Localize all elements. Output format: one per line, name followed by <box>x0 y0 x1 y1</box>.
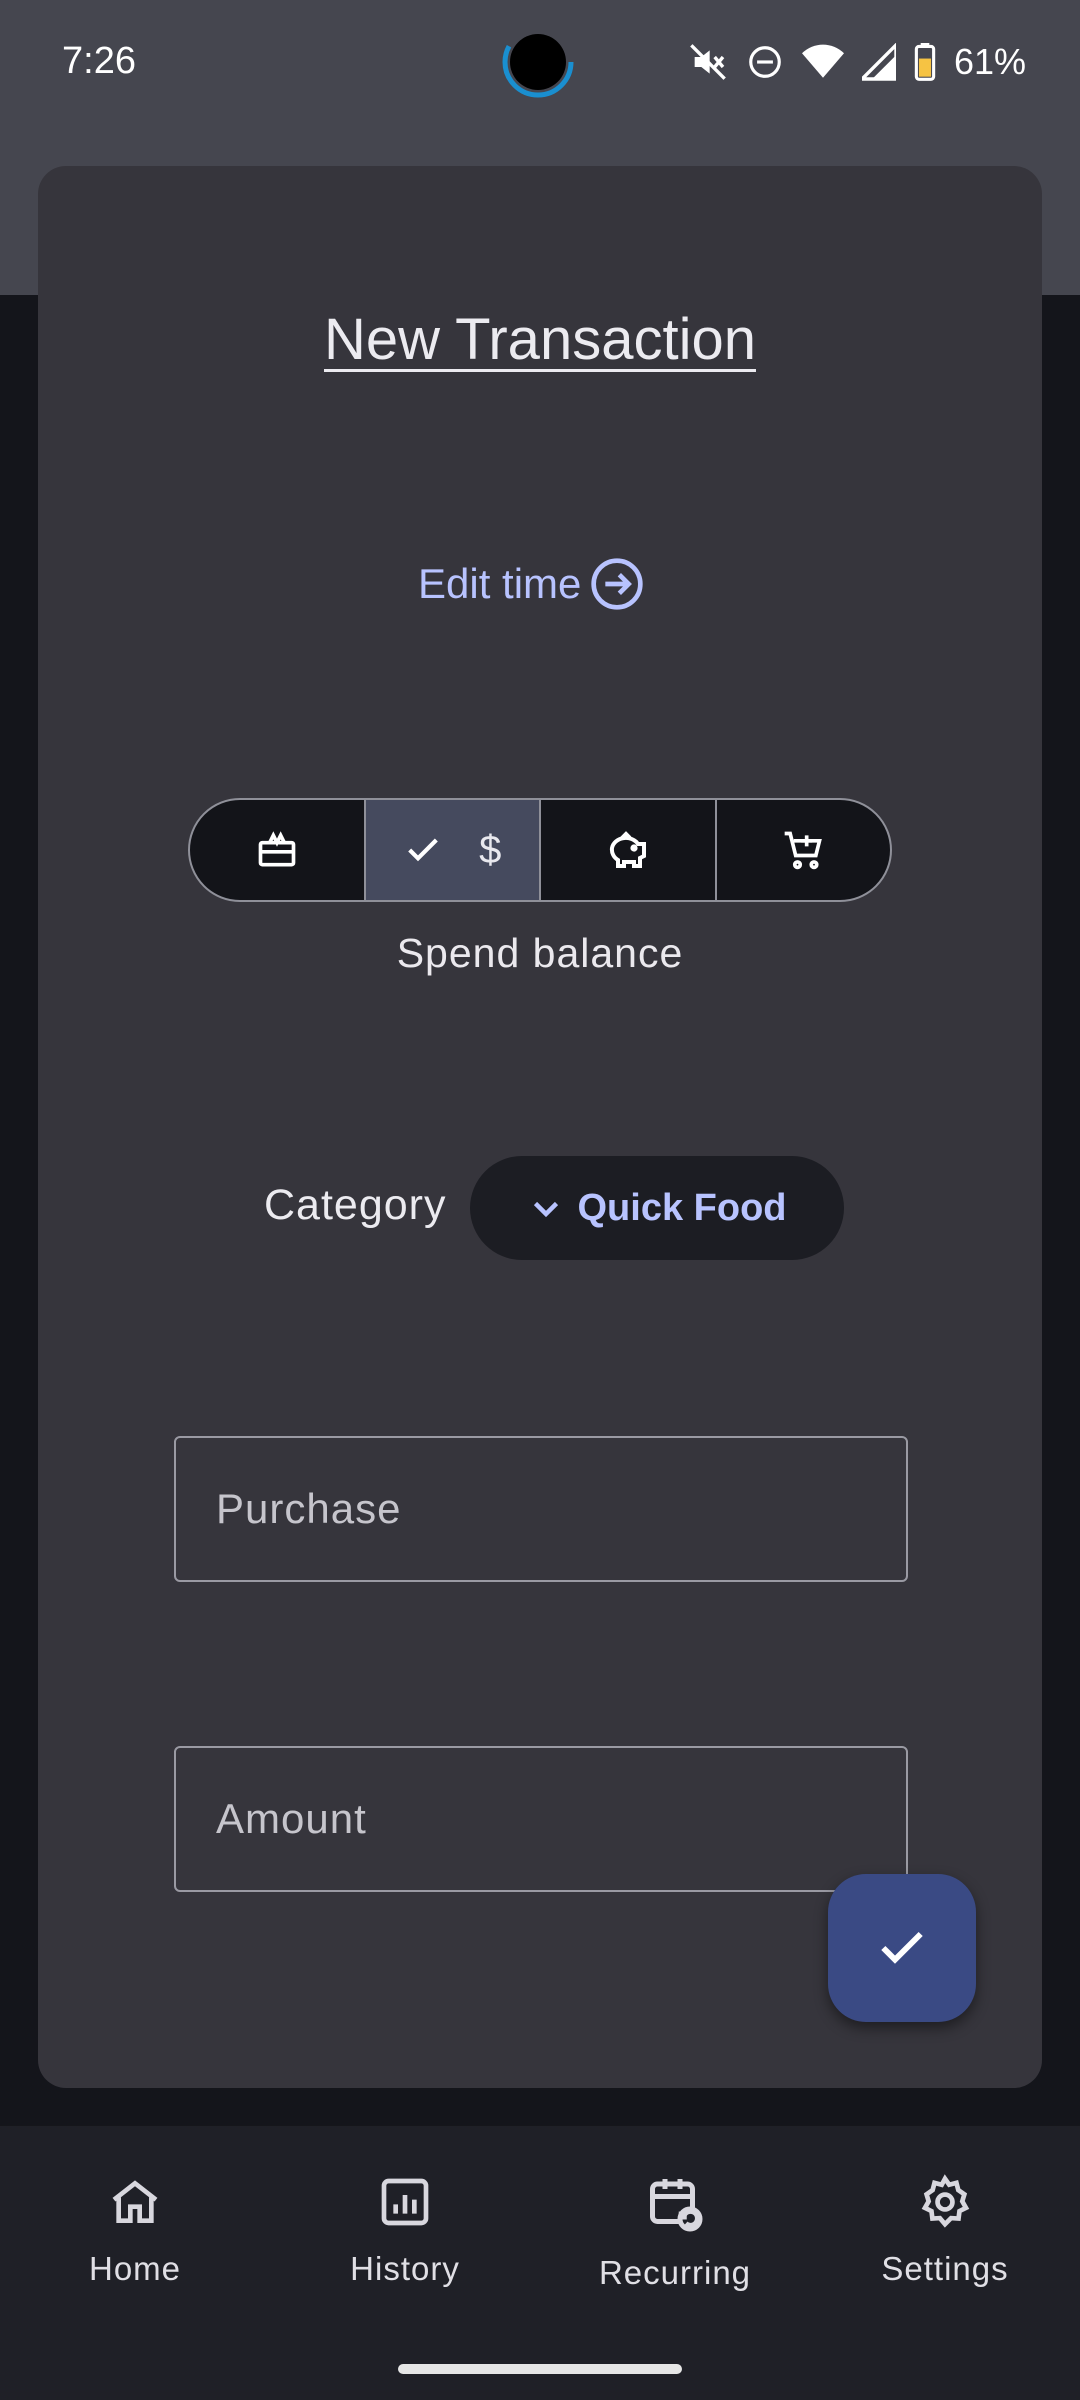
check-icon <box>881 1931 923 1964</box>
amount-input[interactable] <box>176 1748 906 1890</box>
confirm-transaction-button[interactable] <box>828 1874 976 2022</box>
bottom-navigation: Home History Recurring Settings <box>0 2126 1080 2336</box>
wifi-icon <box>801 44 844 78</box>
signal-icon <box>861 43 896 81</box>
arrow-circle-right-icon <box>591 558 644 610</box>
nav-label-recurring: Recurring <box>598 2254 752 2291</box>
nav-item-recurring[interactable]: Recurring <box>540 2126 810 2336</box>
nav-label-settings: Settings <box>881 2250 1009 2287</box>
gear-icon <box>921 2174 970 2228</box>
home-icon <box>112 2180 158 2223</box>
segment-shopping[interactable] <box>717 800 891 900</box>
category-value: Quick Food <box>577 1186 787 1229</box>
nav-label-history: History <box>350 2250 460 2287</box>
battery-percent: 61% <box>953 41 1026 82</box>
nav-label-home: Home <box>88 2250 182 2287</box>
cart-add-icon <box>784 831 823 870</box>
dialog-title: New Transaction <box>324 307 756 372</box>
category-label: Category <box>264 1181 447 1229</box>
purchase-field <box>174 1436 908 1582</box>
chevron-down-icon <box>533 1201 558 1218</box>
recurring-calendar-icon <box>650 2179 703 2232</box>
selected-segment-label: Spend balance <box>396 930 684 976</box>
history-chart-icon <box>381 2178 429 2226</box>
segment-gift-card[interactable] <box>190 800 366 900</box>
nav-item-settings[interactable]: Settings <box>810 2126 1080 2336</box>
status-time: 7:26 <box>62 40 136 82</box>
dnd-icon <box>749 46 781 78</box>
amount-field <box>174 1746 908 1892</box>
camera-cutout-icon <box>502 26 574 98</box>
edit-time-button[interactable]: Edit time <box>418 554 645 614</box>
edit-time-label: Edit time <box>418 560 582 607</box>
piggy-bank-icon <box>609 831 646 868</box>
home-gesture-handle[interactable] <box>398 2364 682 2374</box>
segment-savings[interactable] <box>541 800 717 900</box>
dollar-icon: $ <box>479 827 502 872</box>
battery-icon <box>914 43 936 81</box>
gift-card-icon <box>258 831 296 867</box>
check-icon <box>408 838 438 862</box>
balance-type-selector: $ <box>188 798 892 902</box>
new-transaction-dialog: New Transaction Edit time $ Spend balanc… <box>38 166 1042 2088</box>
mute-icon <box>690 44 726 80</box>
category-dropdown[interactable]: Quick Food <box>470 1156 844 1260</box>
nav-item-home[interactable]: Home <box>0 2126 270 2336</box>
status-icons: 61% <box>688 38 1026 86</box>
segment-spend[interactable]: $ <box>365 800 541 900</box>
purchase-input[interactable] <box>176 1438 906 1580</box>
nav-item-history[interactable]: History <box>270 2126 540 2336</box>
